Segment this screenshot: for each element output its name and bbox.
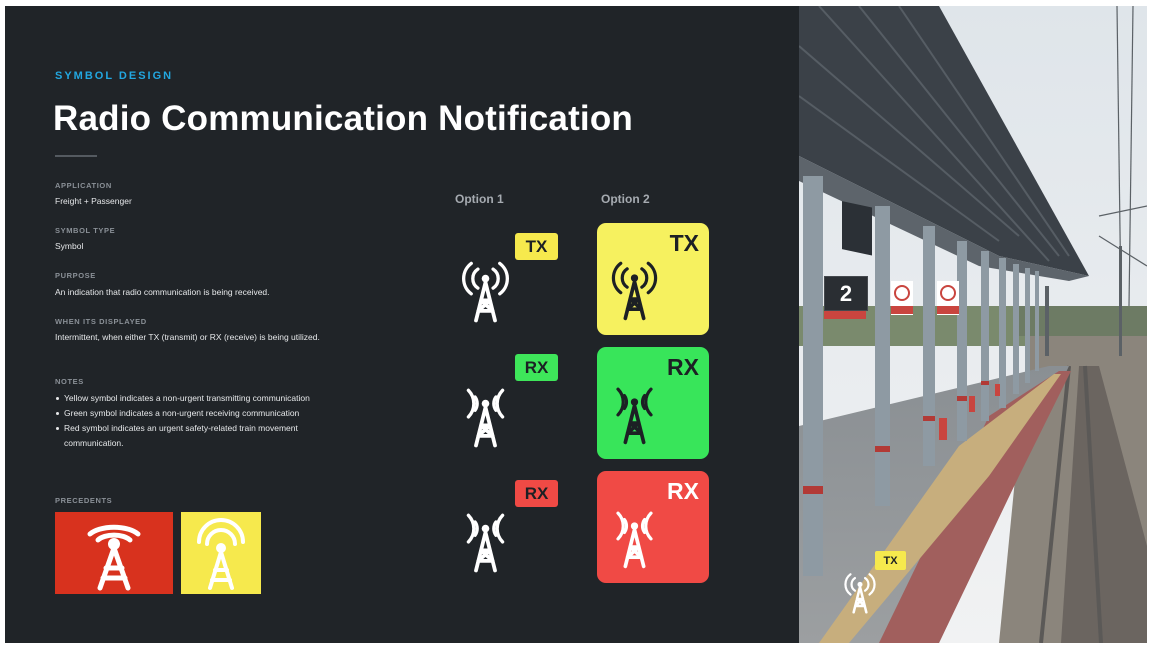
radio-tower-receive-icon xyxy=(457,501,514,579)
radio-tower-receive-icon xyxy=(457,376,514,454)
tile-tag: RX xyxy=(667,478,699,504)
radio-tower-receive-icon xyxy=(607,501,662,573)
note-item: Green symbol indicates a non-urgent rece… xyxy=(55,406,325,421)
option2-heading: Option 2 xyxy=(601,192,650,206)
radio-tower-transmit-icon xyxy=(457,251,514,329)
option1-heading: Option 1 xyxy=(455,192,504,206)
radio-tower-transmit-icon xyxy=(607,253,662,325)
title-divider xyxy=(55,155,97,157)
note-item: Yellow symbol indicates a non-urgent tra… xyxy=(55,391,325,406)
radio-tower-receive-icon xyxy=(607,377,662,449)
station-platform-photo xyxy=(799,6,1147,643)
when-displayed-value: Intermittent, when either TX (transmit) … xyxy=(55,332,320,342)
radio-tower-broadcast-icon xyxy=(181,512,261,594)
note-item: Red symbol indicates an urgent safety-re… xyxy=(55,421,325,451)
rx-tile-urgent: RX xyxy=(597,471,709,583)
page-title: Radio Communication Notification xyxy=(53,99,634,138)
eyebrow-label: SYMBOL DESIGN xyxy=(55,70,174,82)
radio-tower-transmit-icon xyxy=(841,567,879,617)
tile-tag: RX xyxy=(667,354,699,380)
platform-number-sign: 2 xyxy=(824,276,868,311)
rx-tag-urgent: RX xyxy=(515,480,558,507)
precedent-yellow xyxy=(181,512,261,594)
purpose-label: PURPOSE xyxy=(55,271,96,280)
symbol-type-label: SYMBOL TYPE xyxy=(55,226,116,235)
rx-tile: RX xyxy=(597,347,709,459)
application-label: APPLICATION xyxy=(55,181,112,190)
notes-label: NOTES xyxy=(55,377,84,386)
slide: SYMBOL DESIGN Radio Communication Notifi… xyxy=(5,6,1147,643)
symbol-type-value: Symbol xyxy=(55,241,84,251)
rx-tag: RX xyxy=(515,354,558,381)
precedent-red xyxy=(55,512,173,594)
tx-tile: TX xyxy=(597,223,709,335)
when-displayed-label: WHEN ITS DISPLAYED xyxy=(55,317,147,326)
purpose-value: An indication that radio communication i… xyxy=(55,287,270,297)
overlay-tx-tag: TX xyxy=(875,551,906,570)
precedents-label: PRECEDENTS xyxy=(55,496,113,505)
tile-tag: TX xyxy=(669,230,699,256)
radio-tower-broadcast-icon xyxy=(55,512,173,594)
application-value: Freight + Passenger xyxy=(55,196,132,206)
notes-list: Yellow symbol indicates a non-urgent tra… xyxy=(55,391,325,451)
tx-tag: TX xyxy=(515,233,558,260)
